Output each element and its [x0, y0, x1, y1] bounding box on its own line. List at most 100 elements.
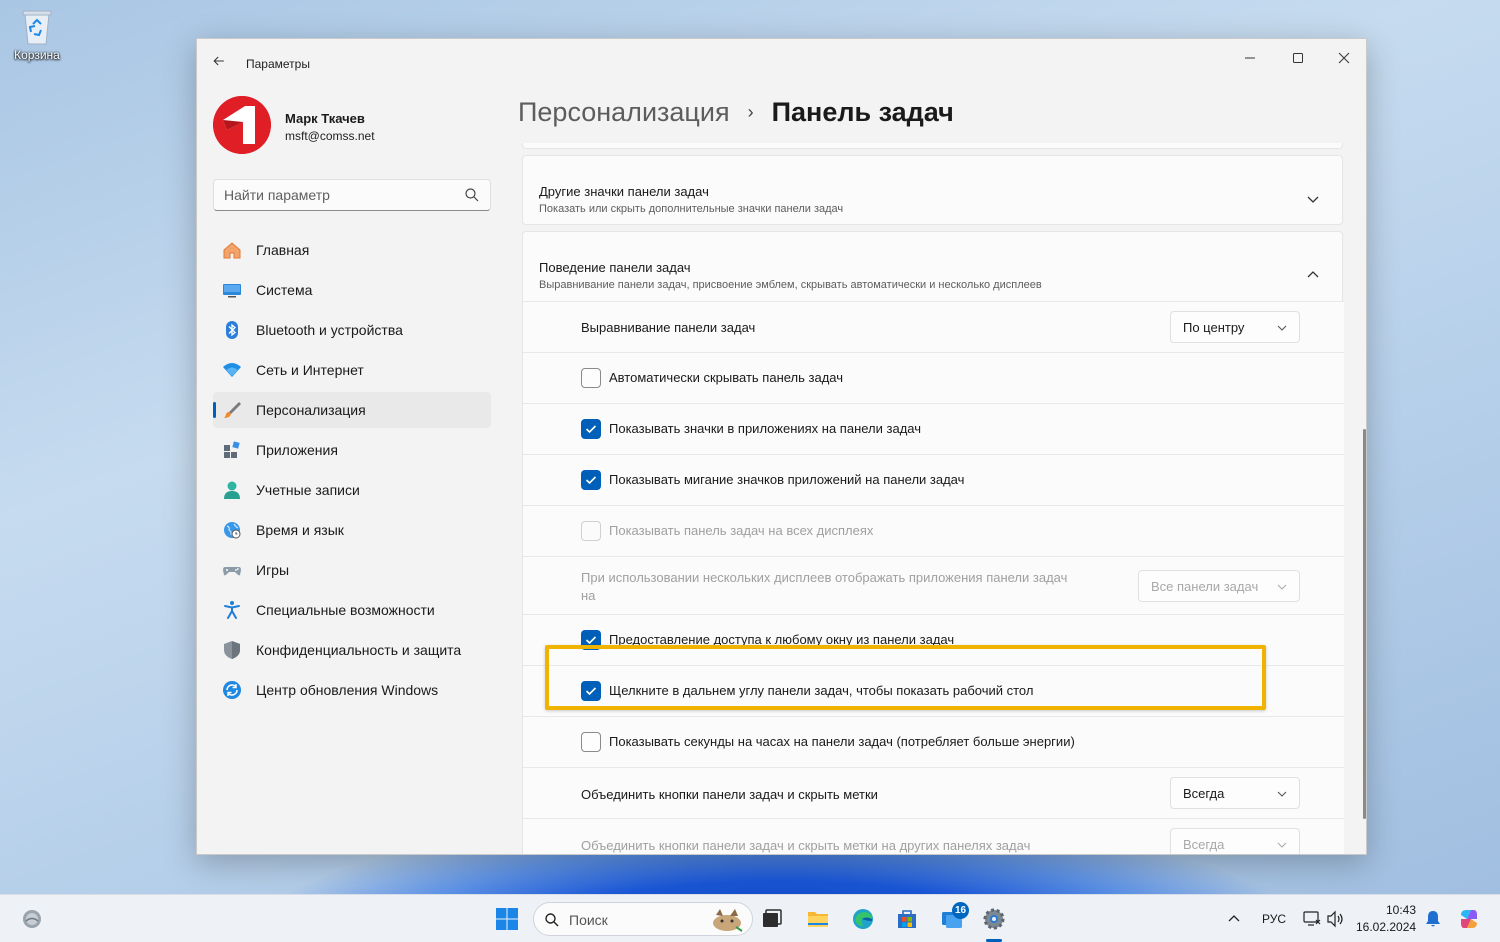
combine-other-value: Всегда [1183, 837, 1225, 852]
taskbar-settings[interactable] [980, 905, 1008, 933]
taskbar-search[interactable]: Поиск [533, 902, 753, 936]
gear-icon [983, 908, 1005, 930]
sidebar-item-bluetooth[interactable]: Bluetooth и устройства [213, 312, 491, 348]
title-bar: Параметры [197, 39, 1366, 85]
notification-bell-icon[interactable] [1423, 909, 1443, 929]
previous-card-edge [522, 143, 1343, 149]
corner-click-checkbox[interactable] [581, 681, 601, 701]
volume-icon[interactable] [1325, 909, 1345, 929]
taskbar-task-view[interactable] [758, 905, 786, 933]
other-icons-section[interactable]: Другие значки панели задач Показать или … [522, 155, 1343, 225]
content-scrollbar[interactable] [1363, 429, 1366, 819]
combine-value: Всегда [1183, 786, 1225, 801]
minimize-icon [1245, 57, 1255, 59]
settings-window: Параметры Марк Ткачев msft@comss.net Гла… [196, 38, 1367, 855]
taskbar-edge[interactable] [849, 905, 877, 933]
all-displays-label: Показывать панель задач на всех дисплеях [609, 523, 874, 538]
avatar[interactable] [213, 96, 271, 154]
settings-search[interactable] [213, 179, 491, 211]
sidebar-item-accessibility[interactable]: Специальные возможности [213, 592, 491, 628]
wifi-icon [221, 359, 243, 381]
taskbar: Поиск РУС 10:43 16.02.2024 [0, 894, 1500, 942]
sidebar-item-privacy[interactable]: Конфиденциальность и защита [213, 632, 491, 668]
network-monitor-icon[interactable] [1302, 909, 1322, 929]
copilot-icon[interactable] [1457, 907, 1481, 931]
behavior-section: Поведение панели задач Выравнивание пане… [522, 231, 1344, 854]
checkmark-icon [585, 687, 597, 696]
sidebar-item-label: Центр обновления Windows [256, 682, 439, 698]
show-flashing-checkbox[interactable] [581, 470, 601, 490]
account-icon [221, 479, 243, 501]
sidebar-item-home[interactable]: Главная [213, 232, 491, 268]
combine-dropdown[interactable]: Всегда [1170, 777, 1300, 809]
store-notification-badge: 16 [952, 902, 969, 919]
store-icon [898, 910, 916, 928]
show-seconds-checkbox[interactable] [581, 732, 601, 752]
sidebar-item-label: Сеть и Интернет [256, 362, 364, 378]
sidebar-item-personalization[interactable]: Персонализация [213, 392, 491, 428]
alignment-label: Выравнивание панели задач [581, 320, 756, 335]
multi-display-label-line1: При использовании нескольких дисплеев от… [581, 570, 1068, 585]
recycle-bin-icon [20, 8, 54, 45]
sidebar-item-system[interactable]: Система [213, 272, 491, 308]
start-button-icon[interactable] [495, 907, 519, 931]
chevron-up-icon[interactable] [1226, 911, 1242, 927]
clock-date[interactable]: 16.02.2024 [1356, 920, 1416, 934]
behavior-title: Поведение панели задач [539, 260, 691, 275]
sidebar-item-accounts[interactable]: Учетные записи [213, 472, 491, 508]
weather-widget-icon[interactable] [20, 907, 44, 931]
chevron-down-icon [1307, 196, 1319, 203]
desktop-recycle-bin[interactable]: Корзина [8, 8, 66, 62]
search-input[interactable] [214, 180, 444, 210]
sidebar-item-network[interactable]: Сеть и Интернет [213, 352, 491, 388]
show-badges-checkbox[interactable] [581, 419, 601, 439]
folder-icon [808, 912, 828, 927]
multi-display-value: Все панели задач [1151, 579, 1259, 594]
taskbar-store[interactable] [893, 905, 921, 933]
share-window-row: Предоставление доступа к любому окну из … [523, 614, 1344, 665]
chevron-down-icon [1277, 584, 1287, 590]
sidebar-item-label: Учетные записи [256, 482, 360, 498]
sidebar-nav: Главная Система Bluetooth и устройства С… [213, 232, 491, 712]
share-window-checkbox[interactable] [581, 630, 601, 650]
back-button[interactable] [211, 53, 231, 73]
taskbar-explorer[interactable] [804, 905, 832, 933]
page-title: Панель задач [771, 97, 954, 127]
close-button[interactable] [1322, 43, 1366, 73]
sidebar-item-label: Конфиденциальность и защита [256, 642, 462, 658]
corner-click-label: Щелкните в дальнем углу панели задач, чт… [609, 683, 1034, 698]
maximize-button[interactable] [1276, 43, 1320, 73]
sidebar-item-windows-update[interactable]: Центр обновления Windows [213, 672, 491, 708]
behavior-header[interactable]: Поведение панели задач Выравнивание пане… [523, 232, 1342, 302]
combine-row: Объединить кнопки панели задач и скрыть … [523, 767, 1344, 818]
share-window-label: Предоставление доступа к любому окну из … [609, 632, 955, 647]
checkmark-icon [585, 425, 597, 434]
settings-content: Другие значки панели задач Показать или … [522, 143, 1344, 854]
clock-time[interactable]: 10:43 [1378, 903, 1416, 917]
globe-icon [221, 519, 243, 541]
search-icon [465, 188, 479, 202]
multi-display-row: При использовании нескольких дисплеев от… [523, 556, 1344, 614]
corner-click-row: Щелкните в дальнем углу панели задач, чт… [523, 665, 1344, 716]
sidebar-item-gaming[interactable]: Игры [213, 552, 491, 588]
auto-hide-checkbox[interactable] [581, 368, 601, 388]
breadcrumb-parent[interactable]: Персонализация [518, 97, 730, 128]
sidebar-item-time-language[interactable]: Время и язык [213, 512, 491, 548]
minimize-button[interactable] [1228, 43, 1272, 73]
sidebar-item-label: Персонализация [256, 402, 366, 418]
other-icons-subtitle: Показать или скрыть дополнительные значк… [539, 203, 844, 215]
multi-display-label-line2: на [581, 588, 596, 603]
other-icons-title: Другие значки панели задач [539, 184, 709, 199]
sidebar-item-apps[interactable]: Приложения [213, 432, 491, 468]
combine-other-label: Объединить кнопки панели задач и скрыть … [581, 838, 1031, 853]
user-email: msft@comss.net [285, 129, 375, 143]
sidebar-item-label: Приложения [256, 442, 338, 458]
multi-display-dropdown[interactable]: Все панели задач [1138, 570, 1300, 602]
sidebar-item-label: Время и язык [256, 522, 344, 538]
all-displays-checkbox[interactable] [581, 521, 601, 541]
alignment-dropdown[interactable]: По центру [1170, 311, 1300, 343]
combine-other-dropdown[interactable]: Всегда [1170, 828, 1300, 854]
language-indicator[interactable]: РУС [1262, 912, 1286, 926]
sidebar-item-label: Система [256, 282, 313, 298]
show-seconds-label: Показывать секунды на часах на панели за… [609, 734, 1075, 749]
